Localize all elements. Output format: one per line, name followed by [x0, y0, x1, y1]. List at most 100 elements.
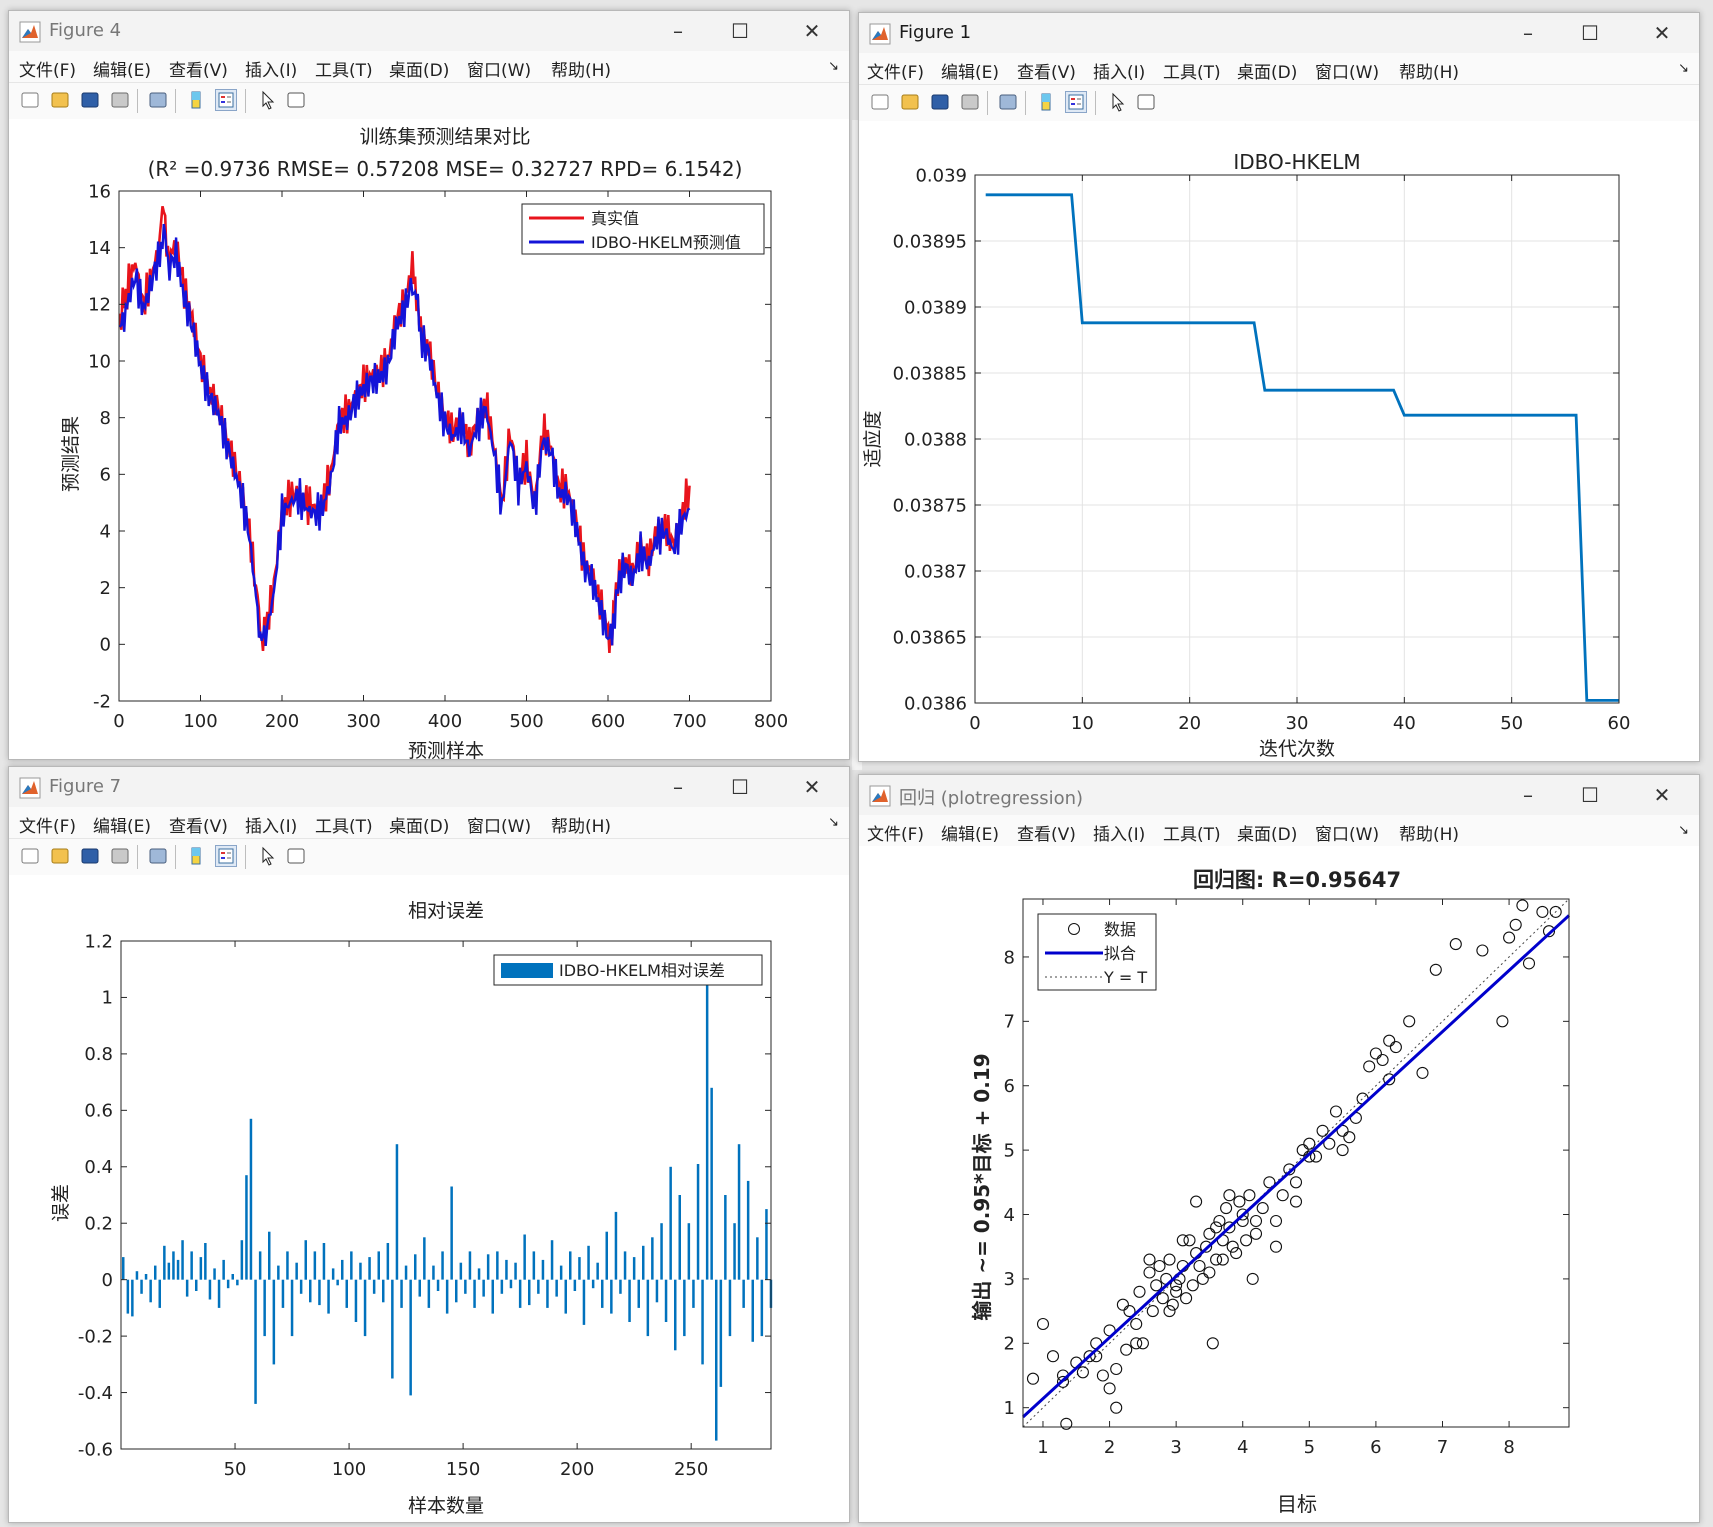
menu-insert[interactable]: 插入(I): [245, 56, 297, 81]
print-preview-icon[interactable]: [147, 89, 169, 111]
colorbar-icon[interactable]: [185, 89, 207, 111]
title-bar[interactable]: Figure 7 – ☐ ✕: [9, 767, 849, 807]
pointer-icon[interactable]: [257, 89, 279, 111]
menu-view[interactable]: 查看(V): [169, 56, 228, 81]
title-bar[interactable]: Figure 4 – ☐ ✕: [9, 11, 849, 51]
error-bar: [199, 1257, 203, 1280]
menu-edit[interactable]: 编辑(E): [93, 56, 151, 81]
dock-arrow-icon[interactable]: ↘: [828, 815, 839, 830]
minimize-button[interactable]: –: [655, 771, 701, 803]
menu-desktop[interactable]: 桌面(D): [1237, 820, 1297, 845]
y-tick-label: 14: [88, 238, 111, 259]
menu-view[interactable]: 查看(V): [1017, 820, 1076, 845]
close-button[interactable]: ✕: [789, 15, 835, 47]
error-bar: [482, 1279, 485, 1297]
menu-window[interactable]: 窗口(W): [1315, 820, 1379, 845]
minimize-button[interactable]: –: [1505, 17, 1551, 49]
error-bar: [518, 1279, 522, 1308]
plot-area: [119, 191, 771, 701]
new-file-icon[interactable]: [19, 89, 41, 111]
pointer-icon[interactable]: [1107, 91, 1129, 113]
menu-tools[interactable]: 工具(T): [315, 812, 373, 837]
menu-edit[interactable]: 编辑(E): [93, 812, 151, 837]
maximize-button[interactable]: ☐: [717, 15, 763, 47]
legend-icon[interactable]: [215, 845, 237, 867]
legend-label: 拟合: [1104, 944, 1136, 963]
title-bar[interactable]: 回归 (plotregression) – ☐ ✕: [859, 775, 1699, 815]
chart-regression: 回归图: R=0.95647 目标 输出 ~= 0.95*目标 + 0.19 1…: [970, 868, 1571, 1516]
menu-insert[interactable]: 插入(I): [1093, 820, 1145, 845]
save-icon[interactable]: [79, 845, 101, 867]
error-bar: [391, 1279, 394, 1379]
print-icon[interactable]: [109, 845, 131, 867]
menu-help[interactable]: 帮助(H): [551, 812, 611, 837]
close-button[interactable]: ✕: [1639, 779, 1685, 811]
save-icon[interactable]: [79, 89, 101, 111]
print-preview-icon[interactable]: [147, 845, 169, 867]
menu-help[interactable]: 帮助(H): [1399, 58, 1459, 83]
pointer-icon[interactable]: [257, 845, 279, 867]
menu-file[interactable]: 文件(F): [19, 812, 76, 837]
menu-insert[interactable]: 插入(I): [1093, 58, 1145, 83]
menu-file[interactable]: 文件(F): [867, 820, 924, 845]
error-bar: [459, 1262, 463, 1280]
menu-tools[interactable]: 工具(T): [1163, 820, 1221, 845]
x-tick-label: 7: [1437, 1437, 1448, 1458]
open-folder-icon[interactable]: [899, 91, 921, 113]
maximize-button[interactable]: ☐: [717, 771, 763, 803]
dock-arrow-icon[interactable]: ↘: [1678, 823, 1689, 838]
figure-toolbar: [859, 85, 1699, 122]
maximize-button[interactable]: ☐: [1567, 17, 1613, 49]
error-bar: [427, 1279, 431, 1308]
dock-arrow-icon[interactable]: ↘: [828, 59, 839, 74]
print-icon[interactable]: [959, 91, 981, 113]
maximize-button[interactable]: ☐: [1567, 779, 1613, 811]
menu-view[interactable]: 查看(V): [169, 812, 228, 837]
error-bar: [760, 1279, 764, 1337]
print-preview-icon[interactable]: [997, 91, 1019, 113]
error-bar: [331, 1268, 335, 1280]
menu-tools[interactable]: 工具(T): [1163, 58, 1221, 83]
open-folder-icon[interactable]: [49, 845, 71, 867]
dock-arrow-icon[interactable]: ↘: [1678, 61, 1689, 76]
menu-window[interactable]: 窗口(W): [467, 812, 531, 837]
property-inspector-icon[interactable]: [285, 89, 307, 111]
menu-help[interactable]: 帮助(H): [551, 56, 611, 81]
print-icon[interactable]: [109, 89, 131, 111]
property-inspector-icon[interactable]: [285, 845, 307, 867]
menu-desktop[interactable]: 桌面(D): [1237, 58, 1297, 83]
menu-edit[interactable]: 编辑(E): [941, 58, 999, 83]
menu-desktop[interactable]: 桌面(D): [389, 812, 449, 837]
open-folder-icon[interactable]: [49, 89, 71, 111]
menu-insert[interactable]: 插入(I): [245, 812, 297, 837]
minimize-button[interactable]: –: [1505, 779, 1551, 811]
legend-icon[interactable]: [215, 89, 237, 111]
title-bar[interactable]: Figure 1 – ☐ ✕: [859, 13, 1699, 53]
minimize-button[interactable]: –: [655, 15, 701, 47]
new-file-icon[interactable]: [869, 91, 891, 113]
colorbar-icon[interactable]: [185, 845, 207, 867]
menu-view[interactable]: 查看(V): [1017, 58, 1076, 83]
error-bar: [505, 1259, 508, 1280]
menu-window[interactable]: 窗口(W): [467, 56, 531, 81]
y-tick-label: 0.8: [84, 1044, 113, 1065]
close-button[interactable]: ✕: [789, 771, 835, 803]
matlab-logo-icon: [19, 777, 41, 799]
save-icon[interactable]: [929, 91, 951, 113]
menu-edit[interactable]: 编辑(E): [941, 820, 999, 845]
menu-window[interactable]: 窗口(W): [1315, 58, 1379, 83]
colorbar-icon[interactable]: [1035, 91, 1057, 113]
menu-help[interactable]: 帮助(H): [1399, 820, 1459, 845]
legend-icon[interactable]: [1065, 91, 1087, 113]
menu-file[interactable]: 文件(F): [19, 56, 76, 81]
toolbar-separator: [137, 89, 138, 113]
error-bar: [436, 1279, 440, 1291]
menu-tools[interactable]: 工具(T): [315, 56, 373, 81]
new-file-icon[interactable]: [19, 845, 41, 867]
menu-file[interactable]: 文件(F): [867, 58, 924, 83]
x-axis-label: 样本数量: [408, 1495, 484, 1517]
error-bar: [272, 1279, 276, 1365]
menu-desktop[interactable]: 桌面(D): [389, 56, 449, 81]
property-inspector-icon[interactable]: [1135, 91, 1157, 113]
close-button[interactable]: ✕: [1639, 17, 1685, 49]
